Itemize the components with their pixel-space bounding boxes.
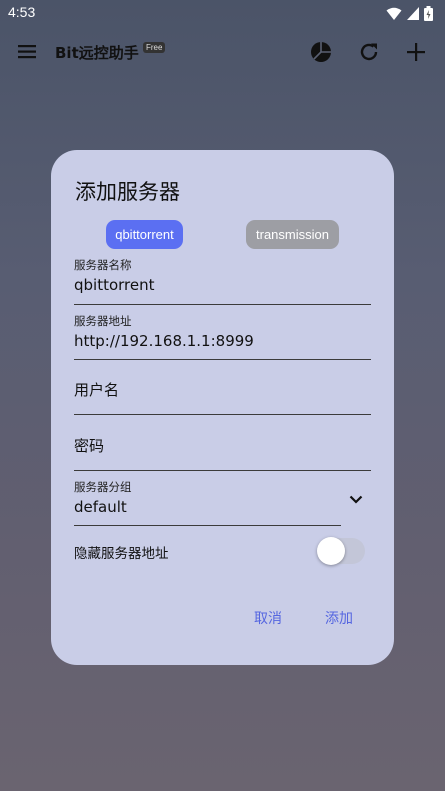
status-bar: 4:53 <box>0 0 445 26</box>
wifi-icon <box>386 7 402 20</box>
server-group-label: 服务器分组 <box>74 480 132 494</box>
app-bar: Bit远控助手 Free <box>0 26 445 78</box>
username-placeholder: 用户名 <box>74 381 120 399</box>
battery-icon <box>424 6 433 21</box>
chip-transmission[interactable]: transmission <box>246 220 339 249</box>
toggle-thumb <box>317 537 345 565</box>
password-placeholder: 密码 <box>74 437 105 455</box>
menu-icon[interactable] <box>16 40 40 64</box>
server-group-dropdown[interactable]: 服务器分组 default <box>74 476 341 526</box>
app-title: Bit远控助手 <box>55 44 139 62</box>
server-group-value: default <box>74 498 127 516</box>
refresh-icon[interactable] <box>357 40 381 64</box>
server-name-field[interactable]: 服务器名称 qbittorrent <box>74 254 371 305</box>
cancel-button[interactable]: 取消 <box>254 608 282 628</box>
add-server-dialog: 添加服务器 qbittorrent transmission 服务器名称 qbi… <box>51 150 394 665</box>
server-address-value: http://192.168.1.1:8999 <box>74 332 254 350</box>
username-field[interactable]: 用户名 <box>74 365 371 415</box>
hide-address-label: 隐藏服务器地址 <box>74 546 169 562</box>
status-time: 4:53 <box>8 4 36 20</box>
server-name-value: qbittorrent <box>74 276 155 294</box>
hide-address-toggle[interactable] <box>317 536 367 566</box>
chip-qbittorrent[interactable]: qbittorrent <box>106 220 183 249</box>
add-icon[interactable] <box>404 40 428 64</box>
server-address-field[interactable]: 服务器地址 http://192.168.1.1:8999 <box>74 310 371 360</box>
server-name-label: 服务器名称 <box>74 258 132 272</box>
status-icons <box>386 6 433 21</box>
pie-chart-icon[interactable] <box>309 40 333 64</box>
chevron-down-icon[interactable] <box>347 490 365 508</box>
signal-icon <box>407 7 419 20</box>
server-address-label: 服务器地址 <box>74 314 132 328</box>
add-button[interactable]: 添加 <box>325 608 353 628</box>
dialog-title: 添加服务器 <box>75 180 180 204</box>
free-badge: Free <box>143 42 166 53</box>
password-field[interactable]: 密码 <box>74 420 371 471</box>
